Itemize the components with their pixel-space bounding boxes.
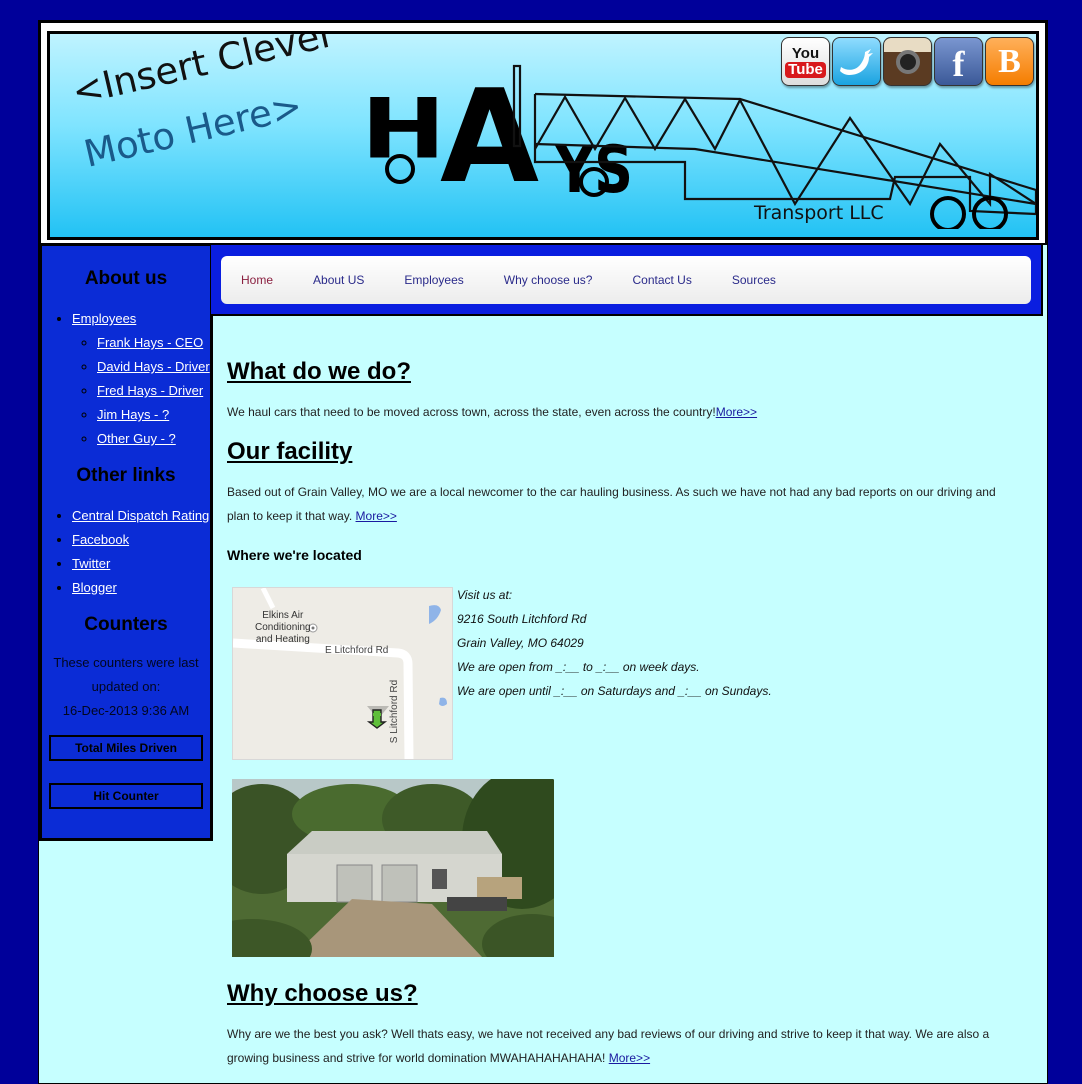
employee-link-jim[interactable]: Jim Hays - ? <box>97 407 169 422</box>
facility-text-2: plan to keep it that way. <box>227 509 353 523</box>
blogger-link[interactable]: Blogger <box>72 580 117 595</box>
nav-bar: Home About US Employees Why choose us? C… <box>211 243 1043 316</box>
about-list: Employees Frank Hays - CEO David Hays - … <box>42 307 210 451</box>
list-item: Central Dispatch Rating <box>72 504 210 528</box>
list-item: Blogger <box>72 576 210 600</box>
map-poi-line-1: Elkins Air <box>262 610 304 621</box>
employee-link-david[interactable]: David Hays - Driver <box>97 359 210 374</box>
logo-letter-h: H <box>361 80 446 177</box>
blogger-icon[interactable]: B <box>985 37 1034 86</box>
map-poi-line-2: Conditioning <box>255 622 311 633</box>
about-heading: About us <box>84 268 168 289</box>
list-item: Other Guy - ? <box>97 427 210 451</box>
why-text-1: Why are we the best you ask? Well thats … <box>227 1027 990 1041</box>
twitter-icon[interactable] <box>832 37 881 86</box>
social-icons: You Tube f B <box>781 37 1034 86</box>
facebook-icon[interactable]: f <box>934 37 983 86</box>
why-text-2: growing business and strive for world do… <box>227 1051 606 1065</box>
nav-home[interactable]: Home <box>241 273 273 287</box>
list-item: David Hays - Driver <box>97 355 210 379</box>
visit-address: 9216 South Litchford Rd <box>457 612 587 626</box>
total-miles-counter: Total Miles Driven <box>49 735 203 761</box>
central-dispatch-link[interactable]: Central Dispatch Rating <box>72 508 209 523</box>
map-road-label-2: S Litchford Rd <box>389 679 401 744</box>
logo-letter-a: A <box>440 63 539 212</box>
facility-text-1: Based out of Grain Valley, MO we are a l… <box>227 485 996 499</box>
map-road-label-1: E Litchford Rd <box>325 645 389 656</box>
sidebar: About us Employees Frank Hays - CEO Davi… <box>39 243 213 841</box>
main-nav: Home About US Employees Why choose us? C… <box>221 256 1031 304</box>
map-poi-line-3: and Heating <box>255 634 310 645</box>
logo-subtitle: Transport LLC <box>754 202 884 224</box>
youtube-icon-bottom-text: Tube <box>785 61 826 78</box>
what-paragraph: We haul cars that need to be moved acros… <box>227 400 1027 424</box>
why-more-link[interactable]: More>> <box>609 1051 650 1065</box>
employee-link-fred[interactable]: Fred Hays - Driver <box>97 383 203 398</box>
what-text: We haul cars that need to be moved acros… <box>227 405 716 419</box>
nav-sources[interactable]: Sources <box>732 273 776 287</box>
what-heading: What do we do? <box>227 358 411 385</box>
employees-link[interactable]: Employees <box>72 311 136 326</box>
other-links-heading: Other links <box>76 465 176 486</box>
nav-contact[interactable]: Contact Us <box>632 273 691 287</box>
employee-link-other[interactable]: Other Guy - ? <box>97 431 176 446</box>
twitter-link[interactable]: Twitter <box>72 556 110 571</box>
youtube-icon-top-text: You <box>791 44 820 62</box>
employees-sublist: Frank Hays - CEO David Hays - Driver Fre… <box>72 331 210 451</box>
list-item: Employees Frank Hays - CEO David Hays - … <box>72 307 210 451</box>
counters-note-2: updated on: <box>91 679 161 694</box>
list-item: Frank Hays - CEO <box>97 331 210 355</box>
counters-note-1: These counters were last <box>53 655 199 670</box>
youtube-icon[interactable]: You Tube <box>781 37 830 86</box>
hit-counter: Hit Counter <box>49 783 203 809</box>
nav-why-choose[interactable]: Why choose us? <box>504 273 593 287</box>
nav-about[interactable]: About US <box>313 273 364 287</box>
counters-date: 16-Dec-2013 9:36 AM <box>62 703 190 718</box>
facility-photo <box>232 779 554 957</box>
visit-weekend-hours: We are open until _:__ on Saturdays and … <box>457 684 772 698</box>
facility-heading: Our facility <box>227 438 353 465</box>
map-poi-label: Elkins Air Conditioning and Heating <box>255 610 311 646</box>
list-item: Facebook <box>72 528 210 552</box>
nav-employees[interactable]: Employees <box>404 273 463 287</box>
header-banner: <Insert Clever Moto Here> H A YS Transpo… <box>47 31 1039 240</box>
list-item: Jim Hays - ? <box>97 403 210 427</box>
why-paragraph: Why are we the best you ask? Well thats … <box>227 1022 1027 1070</box>
visit-weekday-hours: We are open from _:__ to _:__ on week da… <box>457 660 700 674</box>
facebook-link[interactable]: Facebook <box>72 532 129 547</box>
facility-paragraph: Based out of Grain Valley, MO we are a l… <box>227 480 1027 528</box>
visit-line-1: Visit us at: <box>457 588 513 602</box>
employee-link-frank[interactable]: Frank Hays - CEO <box>97 335 203 350</box>
list-item: Fred Hays - Driver <box>97 379 210 403</box>
instagram-icon[interactable] <box>883 37 932 86</box>
visit-city: Grain Valley, MO 64029 <box>457 636 584 650</box>
location-heading: Where we're located <box>227 547 362 563</box>
why-heading: Why choose us? <box>227 980 418 1007</box>
counters-heading: Counters <box>84 614 168 635</box>
what-more-link[interactable]: More>> <box>716 405 757 419</box>
facility-more-link[interactable]: More>> <box>356 509 397 523</box>
page-container: <Insert Clever Moto Here> H A YS Transpo… <box>38 20 1048 1084</box>
site-header: <Insert Clever Moto Here> H A YS Transpo… <box>39 21 1047 245</box>
other-links-list: Central Dispatch Rating Facebook Twitter… <box>42 504 210 600</box>
location-map[interactable]: Elkins Air Conditioning and Heating E Li… <box>232 587 453 760</box>
list-item: Twitter <box>72 552 210 576</box>
visit-info: Visit us at: 9216 South Litchford Rd Gra… <box>457 583 772 703</box>
